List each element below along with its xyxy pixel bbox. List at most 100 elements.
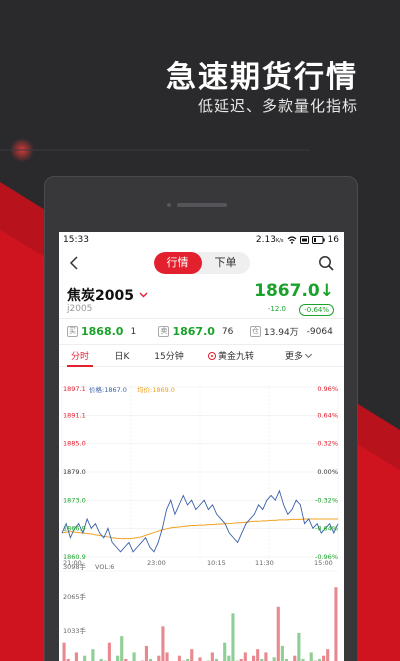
app-screen: 15:33 2.13K/s 16 行情 下单 焦炭2005 j2005 1867…	[59, 232, 344, 661]
volume-current-label: VOL:6	[95, 563, 114, 571]
promo-subtitle: 低延迟、多款量化指标	[197, 97, 358, 115]
volume-bar	[309, 652, 313, 661]
status-time: 15:33	[63, 234, 89, 245]
volume-bar	[83, 655, 87, 661]
pct-change-badge: -0.64%	[299, 304, 334, 316]
chevron-down-icon	[139, 292, 148, 298]
nav-bar: 行情 下单	[59, 247, 344, 279]
volume-bar	[272, 657, 276, 661]
quote-header: 焦炭2005 j2005 1867.0↓ -12.0 -0.64%	[59, 279, 344, 319]
coin-icon	[207, 352, 216, 360]
legend-avg: 均价:1869.0	[137, 385, 175, 394]
battery-level: 16	[327, 234, 339, 245]
volume-bar	[144, 645, 149, 661]
back-arrow-icon[interactable]	[69, 256, 79, 270]
volume-bar	[132, 652, 136, 661]
volume-bar	[231, 613, 235, 661]
x-axis-label: 23:00	[147, 559, 166, 567]
chevron-down-icon	[304, 350, 313, 359]
legend-price: 价格:1867.0	[89, 385, 127, 394]
volume-bar	[280, 645, 284, 661]
x-axis-label: 10:15	[207, 559, 226, 567]
y-axis-pct-label: -0.32%	[315, 496, 338, 504]
sell-tag: 卖	[158, 326, 170, 337]
sell-volume: 76	[221, 326, 234, 337]
volume-bar	[157, 655, 161, 661]
chart-tabs: 分时 日K 15分钟 黄金九转 更多	[59, 345, 344, 367]
y-axis-label: 1885.0	[63, 440, 86, 448]
price-change: -12.0	[267, 305, 286, 313]
volume-bar	[276, 606, 280, 661]
screen-record-icon	[299, 235, 309, 244]
volume-bar	[251, 655, 256, 661]
volume-mid-label: 2065手	[63, 592, 87, 601]
open-interest-change: -9064	[306, 326, 333, 337]
tab-quote[interactable]: 行情	[153, 252, 202, 274]
y-axis-pct-label: -0.64%	[315, 525, 338, 533]
volume-bar	[334, 587, 338, 661]
y-axis-label: 1897.1	[63, 385, 86, 393]
volume-bar	[297, 632, 301, 661]
contract-code: j2005	[67, 304, 93, 314]
volume-bar	[74, 652, 78, 661]
promo-title: 急速期货行情	[166, 60, 358, 95]
y-axis-label: 1891.1	[63, 411, 86, 419]
x-axis-label: 11:30	[255, 559, 274, 567]
buy-price: 1868.0	[81, 325, 124, 338]
battery-icon	[311, 235, 325, 244]
tab-daily-k[interactable]: 日K	[101, 349, 143, 362]
bid-ask-row: 买 1868.0 1 卖 1867.0 76 仓 13.94万 -9064	[59, 319, 344, 345]
volume-bar	[198, 657, 202, 661]
trade-volume: 13.94万	[263, 328, 299, 338]
y-axis-pct-label: 0.96%	[317, 385, 338, 393]
last-price: 1867.0↓	[254, 281, 334, 301]
volume-bar	[107, 642, 111, 661]
buy-volume: 1	[130, 326, 137, 337]
volume-bar	[91, 649, 95, 661]
y-axis-label: 1873.0	[63, 496, 86, 504]
volume-bar	[326, 649, 330, 661]
volume-bar	[243, 652, 247, 661]
status-bar: 15:33 2.13K/s 16	[59, 232, 344, 247]
tab-order[interactable]: 下单	[202, 252, 250, 274]
y-axis-label: 1879.0	[63, 468, 86, 476]
volume-bar	[62, 642, 66, 661]
y-axis-label: 1866.9	[63, 525, 86, 533]
volume-low-label: 1033手	[63, 626, 87, 635]
volume-bar	[256, 649, 260, 661]
volume-bar	[322, 655, 326, 661]
sell-price: 1867.0	[172, 325, 215, 338]
volume-bar	[227, 655, 231, 661]
volume-bar	[223, 642, 227, 661]
volume-bar	[293, 655, 297, 661]
x-axis-label: 15:00	[314, 559, 333, 567]
search-icon[interactable]	[318, 255, 334, 271]
camera-dot	[167, 203, 171, 207]
contract-selector[interactable]: 焦炭2005	[67, 285, 148, 305]
contract-name: 焦炭2005	[67, 288, 134, 304]
volume-bar	[161, 626, 165, 661]
volume-bar	[177, 655, 181, 661]
volume-bar	[165, 652, 169, 661]
volume-bar	[190, 649, 194, 661]
buy-tag: 买	[67, 326, 78, 337]
y-axis-pct-label: 0.00%	[317, 468, 338, 476]
tab-intraday[interactable]: 分时	[59, 349, 101, 367]
hold-tag: 仓	[249, 326, 261, 337]
intraday-chart[interactable]: 1897.11891.11885.01879.01873.01866.91860…	[59, 379, 344, 661]
volume-bar	[264, 652, 268, 661]
volume-bar	[116, 655, 120, 661]
wifi-icon	[287, 235, 296, 244]
speaker-grille	[177, 203, 227, 207]
y-axis-pct-label: 0.64%	[317, 411, 338, 419]
tab-more[interactable]: 更多	[267, 349, 329, 362]
network-speed: 2.13K/s	[255, 234, 284, 245]
y-axis-pct-label: 0.32%	[317, 440, 338, 448]
down-arrow-icon: ↓	[319, 281, 334, 301]
volume-bar	[120, 636, 124, 661]
volume-bar	[210, 652, 214, 661]
volume-max-label: 3098手	[63, 562, 87, 571]
tab-golden-nine[interactable]: 黄金九转	[195, 349, 267, 362]
tab-15min[interactable]: 15分钟	[143, 349, 195, 362]
quote-order-switch: 行情 下单	[153, 252, 250, 274]
